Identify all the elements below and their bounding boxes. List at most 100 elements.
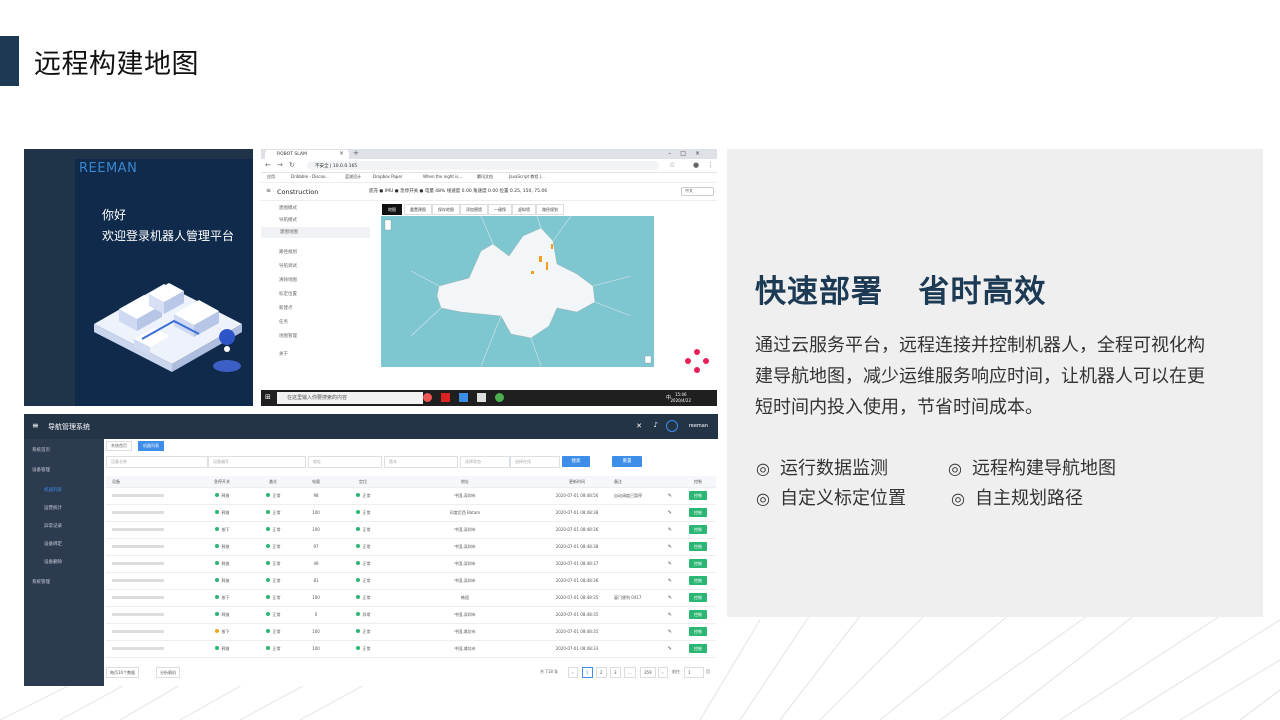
store-icon[interactable] — [477, 393, 486, 402]
menu-item[interactable]: 地图管理 — [279, 333, 297, 339]
control-button[interactable]: 控制 — [689, 508, 707, 517]
prev-page-icon[interactable]: ‹ — [568, 667, 578, 678]
map-tool-button[interactable]: 路径规划 — [536, 204, 564, 215]
sidebar-item-device[interactable]: 设备管理 — [32, 467, 50, 473]
avatar[interactable] — [666, 420, 678, 432]
bookmark-item[interactable]: 蓝湖设计 — [345, 174, 361, 180]
menu-item[interactable]: 导航调试 — [279, 263, 297, 269]
menu-item-active[interactable]: 建图地图 — [261, 227, 370, 238]
column-header[interactable]: 地址 — [390, 476, 540, 487]
filter-name-input[interactable]: 设备名称 — [106, 456, 208, 468]
user-name[interactable]: reeman — [689, 423, 708, 429]
column-header[interactable]: 备注 — [614, 476, 680, 487]
control-button[interactable]: 控制 — [689, 610, 707, 619]
filter-address-input[interactable]: 地址 — [308, 456, 382, 468]
search-button[interactable]: 搜索 — [562, 456, 590, 467]
column-header[interactable]: 控制 — [680, 476, 716, 487]
menu-icon[interactable]: ≡ — [32, 421, 39, 430]
map-tool-button[interactable]: 保存地图 — [432, 204, 460, 215]
control-button[interactable]: 控制 — [689, 627, 707, 636]
filter-id-input[interactable]: 设备编号 — [208, 456, 306, 468]
new-tab-icon[interactable]: + — [353, 149, 359, 157]
bookmark-item[interactable]: 腾讯文档 — [477, 174, 493, 180]
mail-icon[interactable] — [459, 393, 468, 402]
menu-item[interactable]: 建图模式 — [279, 205, 297, 211]
url-input[interactable]: 不安全 | 10.0.0.165 — [307, 161, 659, 170]
edit-icon[interactable]: ✎ — [668, 527, 672, 533]
menu-item[interactable]: 标定位置 — [279, 291, 297, 297]
fullscreen-icon[interactable]: ✕ — [636, 422, 642, 430]
column-header[interactable]: 急停开关 — [194, 476, 250, 487]
taskbar-search[interactable]: 在这里输入你要搜索的内容 — [277, 392, 423, 404]
bell-icon[interactable]: ♪ — [654, 421, 658, 429]
edit-icon[interactable]: ✎ — [668, 595, 672, 601]
edit-icon[interactable]: ✎ — [668, 578, 672, 584]
edit-icon[interactable]: ✎ — [668, 646, 672, 652]
menu-item[interactable]: 清除地图 — [279, 277, 297, 283]
column-header[interactable]: 更新时间 — [540, 476, 614, 487]
filter-online-select[interactable]: 选择在线 — [510, 456, 560, 468]
map-tool-button[interactable]: 地图 — [382, 204, 402, 215]
menu-item[interactable]: 关于 — [279, 351, 288, 357]
sidebar-item-errors[interactable]: 异常记录 — [44, 523, 62, 529]
slam-map-canvas[interactable] — [381, 216, 654, 367]
map-tool-button[interactable]: 添加围墙 — [460, 204, 488, 215]
bookmark-item[interactable]: When the night is... — [423, 174, 462, 179]
sort-select[interactable]: 分析随机 — [156, 667, 180, 678]
menu-item[interactable]: 新建点 — [279, 305, 293, 311]
map-tool-button[interactable]: 虚拟墙 — [512, 204, 536, 215]
reload-icon[interactable]: ↻ — [289, 161, 295, 169]
language-select[interactable]: 中文 — [681, 187, 714, 196]
sidebar-item-robots[interactable]: 机器列表 — [44, 487, 62, 493]
control-button[interactable]: 控制 — [689, 491, 707, 500]
map-tool-button[interactable]: 重置建图 — [404, 204, 432, 215]
menu-item[interactable]: 任务 — [279, 319, 288, 325]
edit-icon[interactable]: ✎ — [668, 510, 672, 516]
windows-start-icon[interactable]: ⊞ — [265, 393, 271, 401]
browser-tab[interactable]: ROBOT SLAM — [265, 150, 349, 159]
crumb-robots[interactable]: 机器列表 — [138, 441, 164, 451]
page-size-select[interactable]: 每页10个数据 — [106, 667, 140, 678]
edit-icon[interactable]: ✎ — [668, 544, 672, 550]
edit-icon[interactable]: ✎ — [668, 561, 672, 567]
filter-status-select[interactable]: 选择状态 — [460, 456, 510, 468]
sidebar-item-system[interactable]: 系统管理 — [32, 579, 50, 585]
menu-icon[interactable]: ≡ — [266, 187, 271, 194]
column-header[interactable]: 设备 — [106, 476, 200, 487]
control-button[interactable]: 控制 — [689, 525, 707, 534]
edit-icon[interactable]: ✎ — [668, 493, 672, 499]
control-button[interactable]: 控制 — [689, 542, 707, 551]
goto-input[interactable]: 1 — [684, 667, 704, 678]
close-icon[interactable]: × — [339, 150, 344, 157]
sidebar-item-home[interactable]: 系统首页 — [32, 447, 50, 453]
firefox-icon[interactable] — [423, 393, 432, 402]
crumb-home[interactable]: 系统首页 — [106, 441, 132, 451]
page-2[interactable]: 2 — [596, 667, 607, 678]
profile-icon[interactable]: ● — [693, 161, 699, 169]
bookmark-item[interactable]: Dribbble - Discov... — [291, 174, 329, 179]
page-3[interactable]: 3 — [610, 667, 621, 678]
page-ellipsis[interactable]: ... — [624, 667, 636, 678]
control-button[interactable]: 控制 — [689, 644, 707, 653]
reset-button[interactable]: 重置 — [612, 456, 642, 467]
window-controls[interactable]: –□× — [668, 150, 709, 157]
control-button[interactable]: 控制 — [689, 559, 707, 568]
sidebar-item-bind[interactable]: 设备绑定 — [44, 541, 62, 547]
bookmark-item[interactable]: Dropbox Paper — [373, 174, 402, 179]
page-last[interactable]: 359 — [640, 667, 656, 678]
edit-icon[interactable]: ✎ — [668, 612, 672, 618]
menu-item[interactable]: 导航模式 — [279, 217, 297, 223]
back-icon[interactable]: ← — [265, 161, 271, 169]
page-1[interactable]: 1 — [582, 667, 593, 678]
column-header[interactable]: 电量 — [296, 476, 336, 487]
star-icon[interactable]: ☆ — [669, 161, 675, 169]
control-button[interactable]: 控制 — [689, 576, 707, 585]
control-button[interactable]: 控制 — [689, 593, 707, 602]
next-page-icon[interactable]: › — [658, 667, 668, 678]
app-icon[interactable] — [441, 393, 450, 402]
more-icon[interactable]: ⋮ — [707, 161, 714, 169]
edit-icon[interactable]: ✎ — [668, 629, 672, 635]
map-tool-button[interactable]: 一键保 — [488, 204, 512, 215]
chrome-icon[interactable] — [495, 393, 504, 402]
bookmark-item[interactable]: JavaScript 教程 |... — [509, 174, 545, 180]
